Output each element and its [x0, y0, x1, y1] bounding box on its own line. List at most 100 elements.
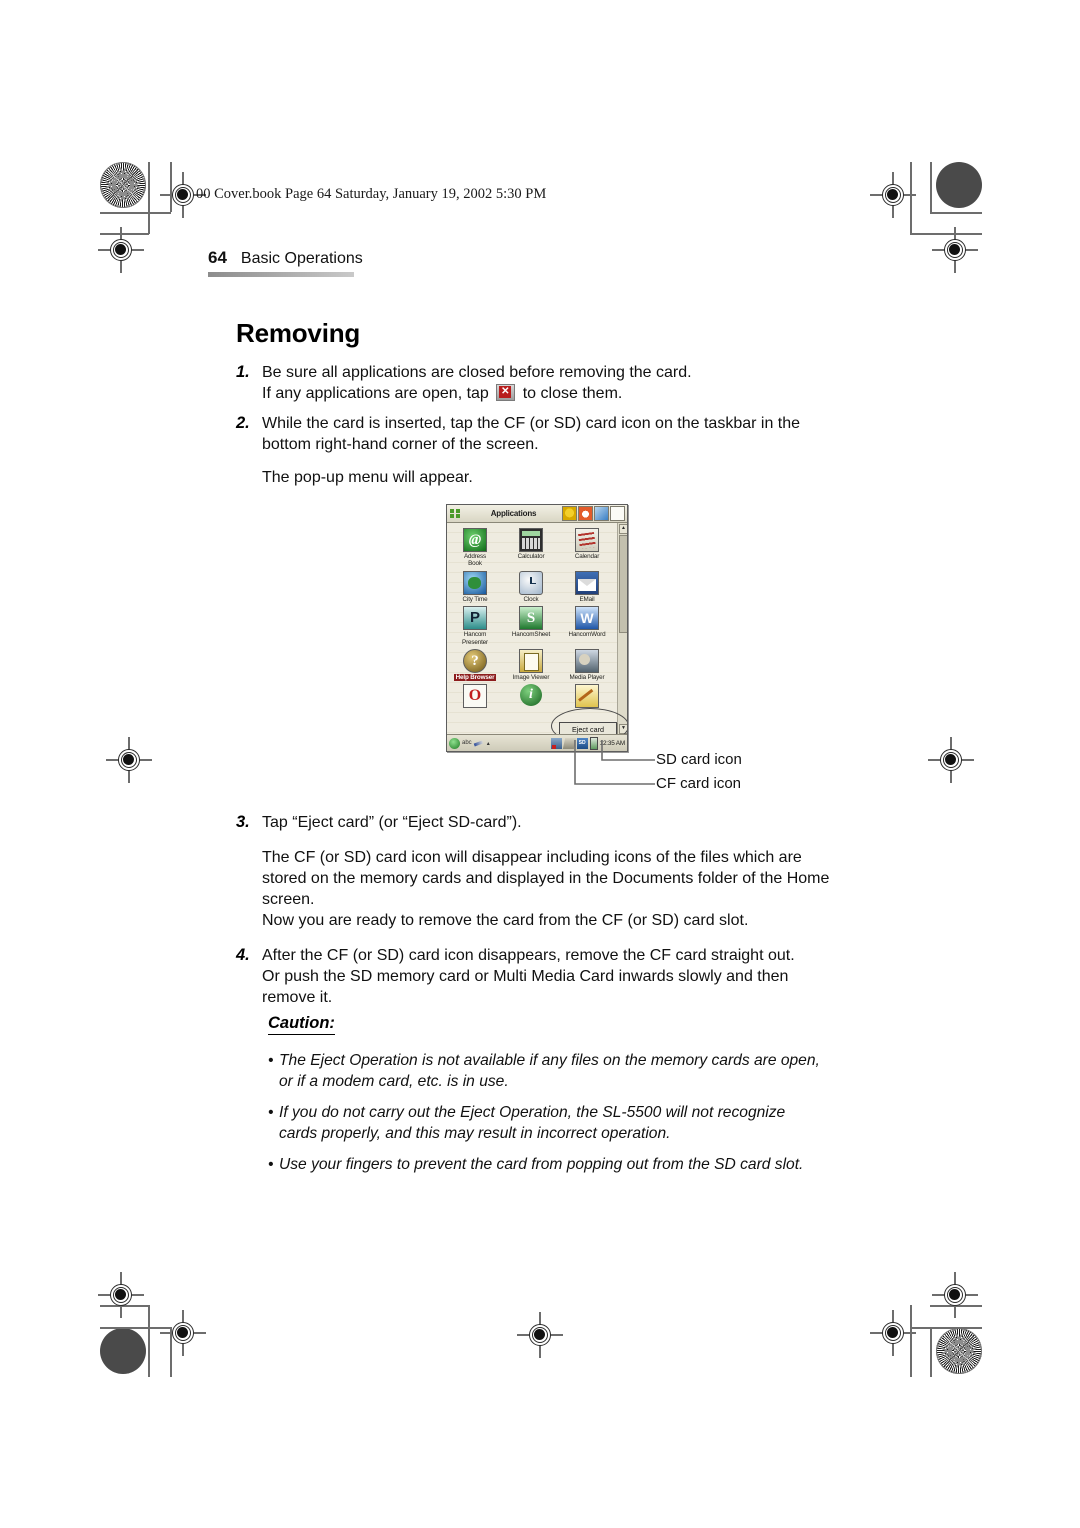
app-clock[interactable]: Clock [503, 568, 559, 603]
registration-mark-bottom-right [870, 1310, 916, 1356]
caution-list: • The Eject Operation is not available i… [268, 1050, 858, 1185]
running-head: 64 Basic Operations [208, 248, 538, 268]
app-city-time[interactable]: City Time [447, 568, 503, 603]
scroll-up-arrow[interactable]: ▲ [619, 524, 627, 534]
solid-dot-mark-top-right [936, 162, 982, 208]
hancom-sheet-icon: S [519, 606, 543, 631]
registration-mark-right-lower [932, 1272, 978, 1318]
pda-title-buttons [562, 506, 627, 521]
app-label: EMail [579, 595, 595, 603]
image-viewer-icon [519, 649, 543, 674]
app-email[interactable]: EMail [559, 568, 615, 603]
crop-line [930, 1327, 932, 1377]
info-icon: i [520, 684, 542, 707]
help-browser-icon: ? [463, 649, 487, 674]
new-doc-button[interactable] [610, 506, 625, 521]
step-3-note: The CF (or SD) card icon will disappear … [262, 847, 836, 931]
crop-line [930, 162, 932, 212]
app-label: HancomWord [568, 631, 606, 639]
step-4-number: 4. [236, 946, 250, 964]
calendar-icon [575, 528, 599, 552]
app-calendar[interactable]: Calendar [559, 525, 615, 568]
step-3-body: Tap “Eject card” (or “Eject SD-card”). [262, 814, 522, 831]
caution-item-text: If you do not carry out the Eject Operat… [279, 1102, 785, 1144]
opera-icon [463, 684, 487, 709]
settings-button[interactable] [578, 506, 593, 521]
input-method-label[interactable]: abc [462, 740, 472, 746]
smiley-button[interactable] [562, 506, 577, 521]
bullet-icon: • [268, 1156, 274, 1173]
registration-mark-right-middle [928, 737, 974, 783]
caution-1-line1: The Eject Operation is not available if … [279, 1052, 820, 1069]
notes-icon [575, 684, 599, 709]
app-row: @ Address Book Calculator Calendar [447, 525, 615, 568]
registration-mark-top-right [870, 172, 916, 218]
rosette-mark-bottom-right [936, 1328, 982, 1374]
app-opera[interactable] [447, 681, 503, 709]
home-icon[interactable] [449, 737, 460, 749]
app-label: Image Viewer [512, 674, 550, 682]
pda-title-bar: Applications [447, 505, 627, 523]
rotate-button[interactable] [594, 506, 609, 521]
email-icon [575, 570, 599, 595]
app-calculator[interactable]: Calculator [503, 525, 559, 568]
hancom-presenter-icon: P [463, 606, 487, 631]
step-1-line2-before: If any applications are open, tap [262, 385, 489, 402]
callout-cf-card-icon: CF card icon [656, 775, 742, 792]
city-time-icon [463, 570, 487, 595]
taskbar-left-group: abc ▴ [447, 737, 490, 749]
apps-grid-icon [450, 508, 461, 519]
step-4-line3: remove it. [262, 989, 333, 1006]
step-3-note-line3: screen. [262, 891, 315, 908]
rosette-mark-top-left [100, 162, 146, 208]
app-hancom-sheet[interactable]: S HancomSheet [503, 603, 559, 646]
crop-line [930, 212, 982, 214]
app-row: P Hancom Presenter S HancomSheet W Hancom… [447, 603, 615, 646]
pda-screenshot-figure: Applications @ Address Book Calculator C… [446, 504, 628, 752]
app-help-browser[interactable]: ? Help Browser [447, 646, 503, 682]
app-info[interactable]: i [503, 681, 559, 709]
registration-mark-left-lower [98, 1272, 144, 1318]
caution-2-line2: cards properly, and this may result in i… [279, 1125, 671, 1142]
registration-mark-right-upper [932, 227, 978, 273]
scrollbar-thumb[interactable] [619, 535, 627, 633]
caution-item-text: The Eject Operation is not available if … [279, 1050, 820, 1092]
callout-sd-card-icon: SD card icon [656, 751, 742, 768]
section-title: Basic Operations [240, 250, 363, 267]
app-hancom-word[interactable]: W HancomWord [559, 603, 615, 646]
clock-icon [519, 570, 543, 595]
caution-item: • The Eject Operation is not available i… [268, 1050, 858, 1092]
crop-line [910, 1327, 982, 1329]
app-notes[interactable] [559, 681, 615, 709]
step-3-number: 3. [236, 813, 250, 831]
step-1-line2-after: to close them. [522, 385, 623, 402]
calculator-icon [519, 528, 543, 552]
app-row: City Time Clock EMail [447, 568, 615, 603]
chevron-up-icon[interactable]: ▴ [487, 740, 490, 747]
app-image-viewer[interactable]: Image Viewer [503, 646, 559, 681]
app-label: City Time [462, 595, 488, 603]
step-1-number: 1. [236, 363, 250, 381]
app-media-player[interactable]: Media Player [559, 646, 615, 681]
solid-dot-mark-bottom-left [100, 1328, 146, 1374]
step-4: 4. After the CF (or SD) card icon disapp… [236, 945, 836, 1008]
stylus-icon[interactable] [473, 740, 483, 746]
app-label: Address Book [463, 553, 487, 568]
close-icon-glyph: ✕ [499, 386, 512, 398]
app-label: HancomSheet [511, 631, 551, 639]
app-hancom-presenter[interactable]: P Hancom Presenter [447, 603, 503, 646]
step-1: 1. Be sure all applications are closed b… [236, 362, 836, 404]
hancom-word-icon: W [575, 606, 599, 631]
pda-scrollbar[interactable]: ▲ ▼ [617, 523, 627, 735]
app-address-book[interactable]: @ Address Book [447, 525, 503, 568]
app-label: Calendar [574, 553, 600, 560]
pda-app-grid: @ Address Book Calculator Calendar City T… [447, 523, 627, 744]
step-1-body: Be sure all applications are closed befo… [262, 362, 692, 404]
header-rule [208, 272, 354, 277]
app-row: ? Help Browser Image Viewer Media Player [447, 646, 615, 682]
page-title: Removing [236, 318, 361, 348]
step-4-line1: After the CF (or SD) card icon disappear… [262, 947, 795, 964]
crop-line [148, 1305, 150, 1377]
app-label: Media Player [569, 674, 605, 682]
book-filename-line: 00 Cover.book Page 64 Saturday, January … [196, 186, 547, 202]
